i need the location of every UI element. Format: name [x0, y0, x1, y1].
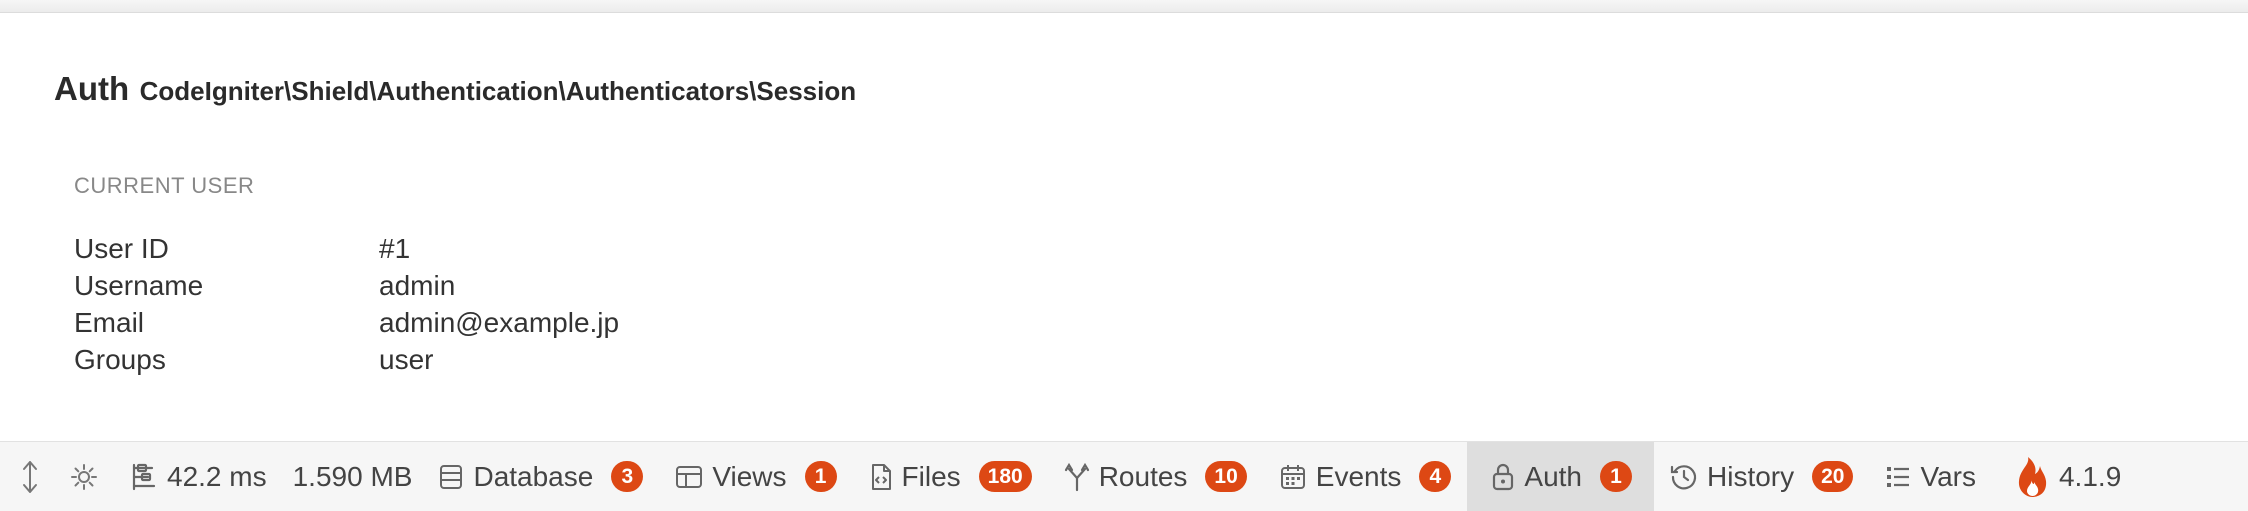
panel-title: Auth CodeIgniter\Shield\Authentication\A…: [54, 70, 856, 108]
current-user-table: User ID #1 Username admin Email admin@ex…: [74, 230, 619, 378]
resize-vertical-icon: [20, 460, 40, 494]
toolbar-tab-history[interactable]: History 20: [1654, 442, 1869, 511]
codeigniter-version[interactable]: 4.1.9: [1992, 442, 2135, 511]
count-badge: 1: [1600, 461, 1632, 492]
memory-value: 1.590 MB: [292, 460, 413, 492]
tab-label: Views: [712, 460, 787, 492]
row-value: #1: [379, 233, 411, 264]
database-icon: [438, 463, 464, 491]
tab-label: Auth: [1524, 460, 1582, 492]
row-label: User ID: [74, 233, 169, 264]
tab-label: Database: [473, 460, 594, 492]
views-icon: [675, 463, 703, 491]
table-row: Username admin: [74, 267, 619, 304]
toolbar-tab-vars[interactable]: Vars: [1869, 442, 1992, 511]
lock-icon: [1491, 462, 1515, 492]
row-value: admin@example.jp: [379, 307, 620, 338]
sun-icon: [70, 463, 98, 491]
panel-title-label: Auth: [54, 70, 130, 107]
section-heading: CURRENT USER: [74, 173, 255, 198]
tab-label: Routes: [1098, 460, 1188, 492]
toolbar-tab-files[interactable]: Files 180: [853, 442, 1048, 511]
list-icon: [1885, 464, 1911, 490]
count-badge: 3: [611, 461, 644, 492]
toolbar-tab-database[interactable]: Database 3: [422, 442, 659, 511]
row-label: Username: [74, 270, 204, 301]
count-badge: 180: [978, 461, 1032, 492]
count-badge: 20: [1812, 461, 1854, 492]
history-icon: [1670, 463, 1698, 491]
tab-label: Events: [1315, 460, 1402, 492]
row-label: Groups: [74, 344, 166, 375]
files-icon: [869, 463, 893, 491]
tab-label: Files: [901, 460, 961, 492]
theme-toggle[interactable]: [54, 442, 114, 511]
timeline-icon: [130, 462, 158, 492]
panel-subtitle: CodeIgniter\Shield\Authentication\Authen…: [139, 76, 857, 106]
tab-label: Vars: [1920, 460, 1976, 492]
table-row: Groups user: [74, 341, 619, 378]
count-badge: 4: [1419, 461, 1452, 492]
toolbar-resize-handle[interactable]: [0, 442, 54, 511]
count-badge: 10: [1205, 461, 1247, 492]
debug-toolbar: 42.2 ms 1.590 MB Database 3 Views 1 File…: [0, 441, 2248, 511]
row-value: admin: [379, 270, 456, 301]
table-row: Email admin@example.jp: [74, 304, 619, 341]
toolbar-tab-views[interactable]: Views 1: [659, 442, 852, 511]
time-value: 42.2 ms: [167, 460, 267, 492]
toolbar-tab-events[interactable]: Events 4: [1263, 442, 1468, 511]
row-label: Email: [74, 307, 145, 338]
table-row: User ID #1: [74, 230, 619, 267]
count-badge: 1: [804, 461, 837, 492]
tab-label: History: [1707, 460, 1795, 492]
toolbar-tab-auth[interactable]: Auth 1: [1467, 442, 1654, 511]
version-label: 4.1.9: [2058, 460, 2122, 492]
timeline-button[interactable]: 42.2 ms: [114, 442, 283, 511]
toolbar-tab-routes[interactable]: Routes 10: [1048, 442, 1263, 511]
routes-icon: [1064, 462, 1090, 492]
memory-readout: 1.590 MB: [283, 442, 423, 511]
calendar-icon: [1279, 463, 1307, 491]
top-border: [0, 0, 2248, 13]
codeigniter-flame-icon: [2014, 455, 2050, 499]
row-value: user: [379, 344, 434, 375]
